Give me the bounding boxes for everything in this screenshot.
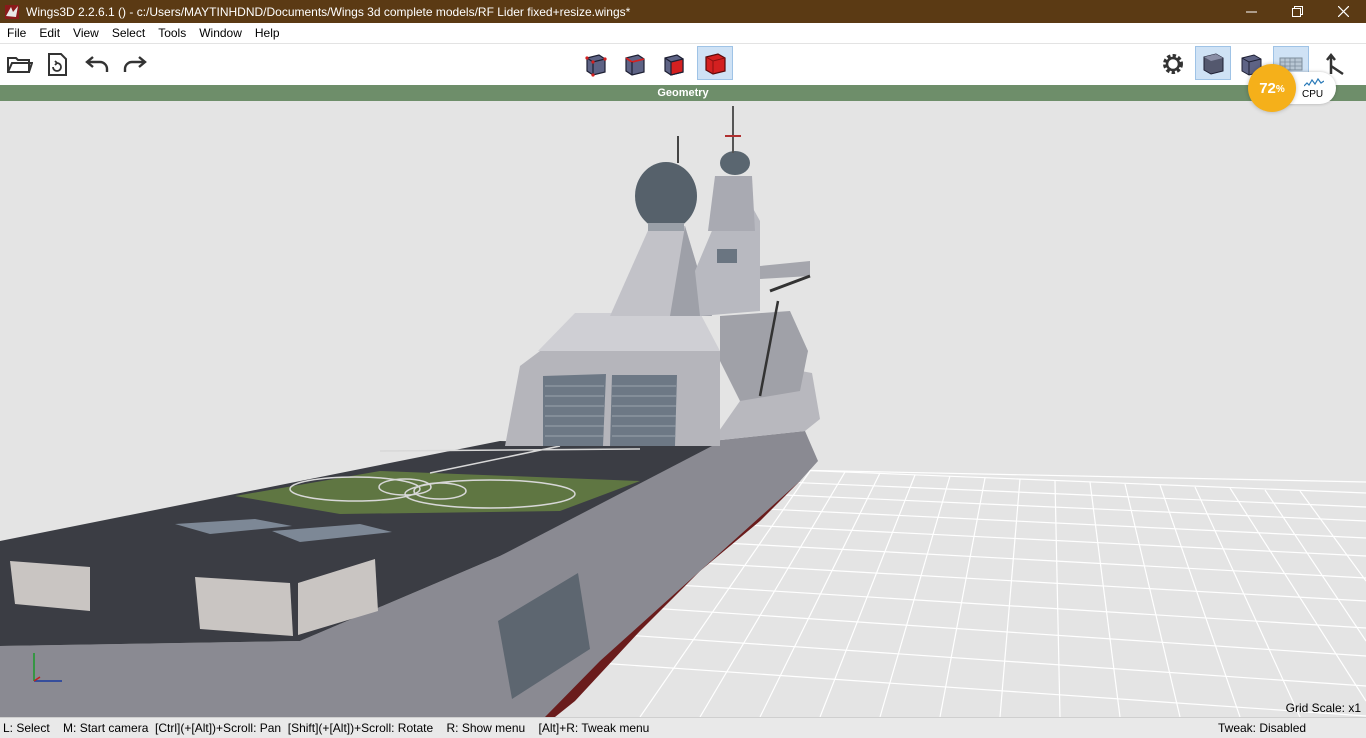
- menu-bar: File Edit View Select Tools Window Help: [0, 23, 1366, 43]
- status-bar: L: Select M: Start camera [Ctrl](+[Alt])…: [0, 717, 1366, 738]
- cpu-label: CPU: [1302, 89, 1324, 100]
- title-bar: Wings3D 2.2.6.1 () - c:/Users/MAYTINHDND…: [0, 0, 1366, 23]
- status-hints: L: Select M: Start camera [Ctrl](+[Alt])…: [3, 721, 650, 735]
- forward-mast-upper: [708, 176, 755, 231]
- undo-icon: [85, 56, 109, 72]
- smooth-shading-button[interactable]: [1195, 46, 1231, 80]
- menu-select[interactable]: Select: [105, 23, 151, 43]
- cpu-percent-unit: %: [1275, 84, 1285, 95]
- preferences-gear-icon: [1163, 54, 1183, 74]
- edge-mode-button[interactable]: [619, 49, 649, 79]
- close-button[interactable]: [1320, 0, 1366, 23]
- open-folder-icon: [7, 57, 33, 73]
- body-mode-button[interactable]: [697, 46, 733, 80]
- menu-tools[interactable]: Tools: [151, 23, 192, 43]
- preferences-button[interactable]: [1158, 49, 1188, 79]
- redo-icon: [123, 56, 147, 72]
- vertex-mode-icon: [585, 54, 607, 77]
- bow-superstructure: [720, 311, 808, 401]
- bulwark-panel-2: [195, 577, 293, 636]
- menu-view[interactable]: View: [66, 23, 105, 43]
- geometry-viewport[interactable]: Grid Scale: x1: [0, 101, 1366, 717]
- 3d-scene[interactable]: [0, 101, 1366, 717]
- hangar-door-left: [543, 374, 606, 446]
- vertex-mode-button[interactable]: [580, 49, 610, 79]
- edge-mode-icon: [625, 54, 645, 76]
- gun-barrel: [760, 261, 810, 279]
- crane-arm: [769, 274, 811, 293]
- radar-dome-base: [648, 223, 684, 231]
- bulwark-panel-1: [10, 561, 90, 611]
- hangar-roof: [538, 313, 720, 351]
- save-button[interactable]: [42, 49, 72, 79]
- toolbar: [0, 43, 1366, 85]
- smooth-shading-icon: [1203, 53, 1224, 75]
- restore-icon: [1291, 6, 1303, 17]
- radar-dome: [635, 162, 697, 230]
- cpu-usage-badge[interactable]: 72%: [1248, 64, 1296, 112]
- minimize-button[interactable]: [1228, 0, 1274, 23]
- menu-edit[interactable]: Edit: [32, 23, 66, 43]
- minimize-icon: [1245, 11, 1257, 13]
- body-mode-icon: [705, 53, 726, 75]
- geometry-window-header[interactable]: Geometry: [0, 85, 1366, 101]
- cpu-percent: 72: [1259, 79, 1276, 97]
- restore-button[interactable]: [1274, 0, 1320, 23]
- wings3d-window: Wings3D 2.2.6.1 () - c:/Users/MAYTINHDND…: [0, 0, 1366, 738]
- window-title: Wings3D 2.2.6.1 () - c:/Users/MAYTINHDND…: [26, 4, 631, 19]
- menu-file[interactable]: File: [0, 23, 32, 43]
- save-icon: [48, 53, 67, 76]
- face-mode-button[interactable]: [658, 49, 688, 79]
- wings3d-app-icon: [5, 4, 19, 19]
- cpu-graph-icon: [1304, 77, 1324, 87]
- undo-button[interactable]: [82, 49, 112, 79]
- forward-radar: [720, 151, 750, 175]
- close-icon: [1337, 6, 1349, 17]
- mast-window: [717, 249, 737, 263]
- tweak-status: Tweak: Disabled: [1218, 721, 1307, 735]
- menu-window[interactable]: Window: [192, 23, 248, 43]
- face-mode-icon: [664, 54, 684, 76]
- grid-scale-label: Grid Scale: x1: [1285, 701, 1361, 715]
- menu-help[interactable]: Help: [248, 23, 286, 43]
- redo-button[interactable]: [120, 49, 150, 79]
- open-button[interactable]: [4, 49, 34, 79]
